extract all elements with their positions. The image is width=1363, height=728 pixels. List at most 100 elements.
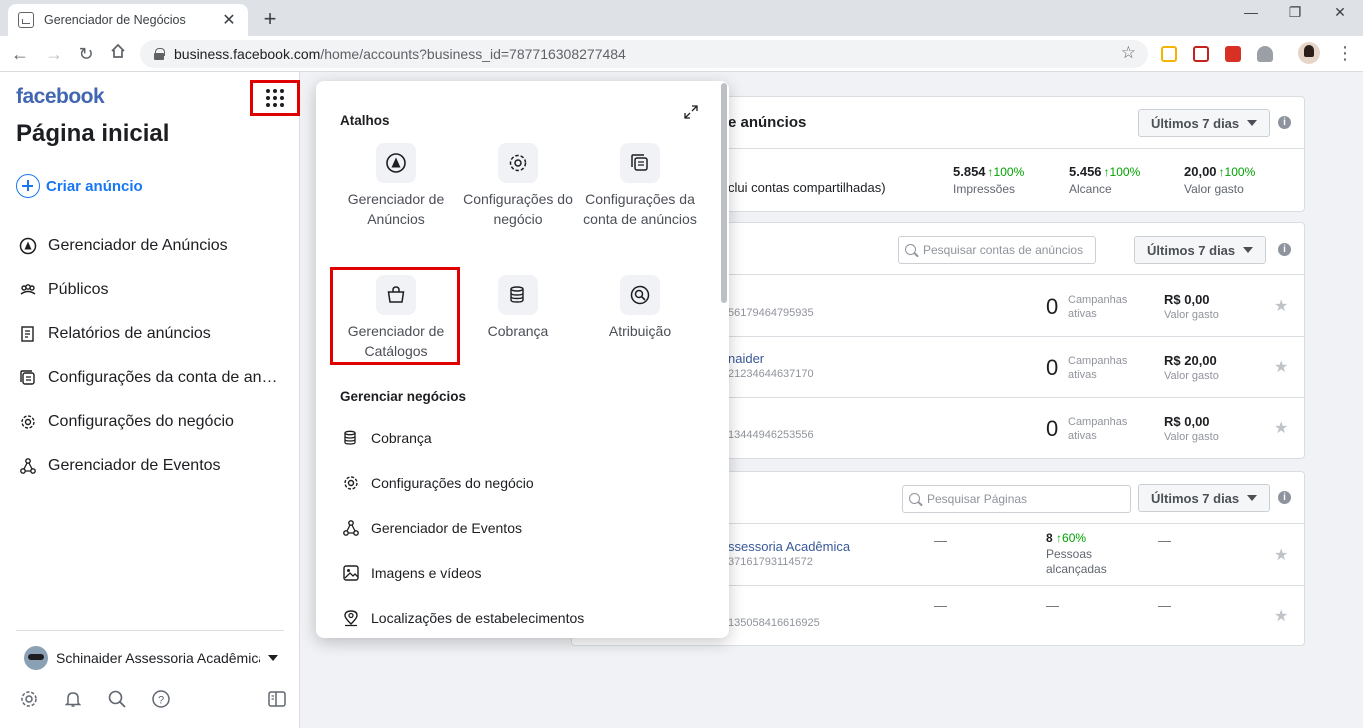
grid-icon [266, 89, 284, 107]
search-icon [905, 244, 916, 255]
billing-icon [498, 275, 538, 315]
minimize-button[interactable]: — [1239, 4, 1263, 20]
billing-icon [340, 427, 362, 449]
profile-avatar[interactable] [1298, 42, 1320, 64]
create-ad-button[interactable]: Criar anúncio [16, 174, 143, 198]
pages-search-input[interactable]: Pesquisar Páginas [902, 485, 1131, 513]
apps-menu-button[interactable] [250, 80, 300, 116]
chevron-down-icon [268, 655, 278, 661]
star-icon[interactable]: ★ [1274, 606, 1288, 626]
shortcut-business-settings[interactable]: Configurações do negócio [457, 143, 579, 229]
sidebar-item-audiences[interactable]: Públicos [0, 268, 300, 312]
tab-title: Gerenciador de Negócios [44, 13, 186, 27]
menu-item-business-settings[interactable]: Configurações do negócio [340, 471, 534, 495]
panel-toggle-icon[interactable] [266, 688, 288, 710]
gear-icon[interactable] [18, 688, 40, 710]
date-range-label: Últimos 7 dias [1147, 242, 1236, 258]
sidebar-item-business-settings[interactable]: Configurações do negócio [0, 400, 300, 444]
extension-icon[interactable] [1257, 46, 1273, 62]
manage-business-heading: Gerenciar negócios [340, 389, 467, 404]
sidebar-item-label: Configurações da conta de anúncios [48, 369, 284, 386]
sidebar-item-ad-account-settings[interactable]: Configurações da conta de anúncios [0, 356, 300, 400]
scrollbar[interactable] [721, 83, 727, 303]
shortcut-ads-manager[interactable]: Gerenciador de Anúncios [335, 143, 457, 229]
home-icon[interactable] [106, 42, 130, 66]
facebook-logo[interactable]: facebook [16, 85, 105, 109]
sidebar-item-ad-reports[interactable]: Relatórios de anúncios [0, 312, 300, 356]
new-tab-button[interactable]: + [258, 6, 282, 32]
browser-menu-icon[interactable]: ⋮ [1336, 44, 1354, 62]
menu-item-business-locations[interactable]: Localizações de estabelecimentos [340, 606, 584, 630]
url-path: /home/accounts?business_id=7877163082774… [320, 46, 626, 62]
sidebar-item-label: Relatórios de anúncios [48, 325, 211, 342]
page-title: Página inicial [16, 120, 170, 147]
bell-icon[interactable] [62, 688, 84, 710]
sidebar-item-label: Públicos [48, 281, 109, 298]
address-bar[interactable]: business.facebook.com/home/accounts?busi… [140, 40, 1148, 68]
date-range-dropdown[interactable]: Últimos 7 dias [1138, 109, 1271, 137]
star-icon[interactable]: ★ [1274, 545, 1288, 565]
ad-accounts-search-input[interactable]: Pesquisar contas de anúncios [898, 236, 1096, 264]
highlight-box [330, 267, 460, 365]
shortcut-ad-account-settings[interactable]: Configurações da conta de anúncios [579, 143, 701, 229]
gear-icon [340, 472, 362, 494]
image-icon [340, 562, 362, 584]
sidebar-item-ads-manager[interactable]: Gerenciador de Anúncios [0, 224, 300, 268]
star-icon[interactable]: ★ [1274, 418, 1288, 438]
back-icon[interactable]: ← [8, 42, 32, 66]
star-icon[interactable]: ★ [1274, 296, 1288, 316]
window-close-button[interactable]: ✕ [1328, 4, 1352, 21]
info-icon[interactable]: i [1278, 491, 1291, 504]
search-icon[interactable] [106, 688, 128, 710]
chevron-down-icon [1247, 120, 1258, 126]
sidebar-item-events-manager[interactable]: Gerenciador de Eventos [0, 444, 300, 488]
account-name: Schinaider Assessoria Acadêmica [56, 650, 260, 666]
shortcut-billing[interactable]: Cobrança [457, 275, 579, 341]
attribution-icon [620, 275, 660, 315]
sidebar-nav: Gerenciador de Anúncios Públicos Relatór… [0, 224, 300, 488]
browser-tab[interactable]: Gerenciador de Negócios ✕ [8, 4, 248, 36]
gear-icon [498, 143, 538, 183]
gear-icon [18, 412, 38, 432]
star-icon[interactable]: ★ [1274, 357, 1288, 377]
location-icon [340, 607, 362, 629]
expand-icon[interactable] [684, 105, 698, 119]
card-title: e anúncios [728, 114, 807, 131]
shortcuts-heading: Atalhos [340, 113, 390, 128]
favicon-icon [18, 12, 34, 28]
events-manager-icon [18, 456, 38, 476]
extension-icon[interactable] [1161, 46, 1177, 62]
info-icon[interactable]: i [1278, 116, 1291, 129]
sidebar-footer: ? [18, 688, 288, 710]
metric-amount-spent: 20,00 ↑100% Valor gasto [1184, 164, 1256, 196]
metric-impressions: 5.854 ↑100% Impressões [953, 164, 1025, 196]
date-range-dropdown[interactable]: Últimos 7 dias [1134, 236, 1267, 264]
chevron-down-icon [1243, 247, 1254, 253]
date-range-label: Últimos 7 dias [1151, 490, 1240, 506]
info-icon[interactable]: i [1278, 243, 1291, 256]
avatar [24, 646, 48, 670]
date-range-label: Últimos 7 dias [1151, 115, 1240, 131]
forward-icon[interactable]: → [42, 42, 66, 66]
browser-tab-bar: Gerenciador de Negócios ✕ + — ❐ ✕ [0, 0, 1363, 36]
ads-manager-icon [376, 143, 416, 183]
ad-reports-icon [18, 324, 38, 344]
help-icon[interactable]: ? [150, 688, 172, 710]
account-switcher[interactable]: Schinaider Assessoria Acadêmica [24, 646, 278, 670]
reload-icon[interactable]: ↻ [74, 42, 98, 66]
date-range-dropdown[interactable]: Últimos 7 dias [1138, 484, 1271, 512]
menu-item-images-videos[interactable]: Imagens e vídeos [340, 561, 482, 585]
events-manager-icon [340, 517, 362, 539]
sidebar-item-label: Gerenciador de Anúncios [48, 237, 228, 254]
extension-icon[interactable] [1193, 46, 1209, 62]
shared-accounts-note: clui contas compartilhadas) [728, 180, 886, 195]
menu-item-billing[interactable]: Cobrança [340, 426, 432, 450]
restore-button[interactable]: ❐ [1283, 4, 1307, 21]
bookmark-star-icon[interactable]: ☆ [1121, 43, 1136, 63]
shortcut-attribution[interactable]: Atribuição [579, 275, 701, 341]
url-host: business.facebook.com [174, 46, 321, 62]
extension-icon[interactable] [1225, 46, 1241, 62]
ad-account-settings-icon [18, 368, 38, 388]
menu-item-events-manager[interactable]: Gerenciador de Eventos [340, 516, 522, 540]
tab-close-icon[interactable]: ✕ [220, 10, 238, 30]
